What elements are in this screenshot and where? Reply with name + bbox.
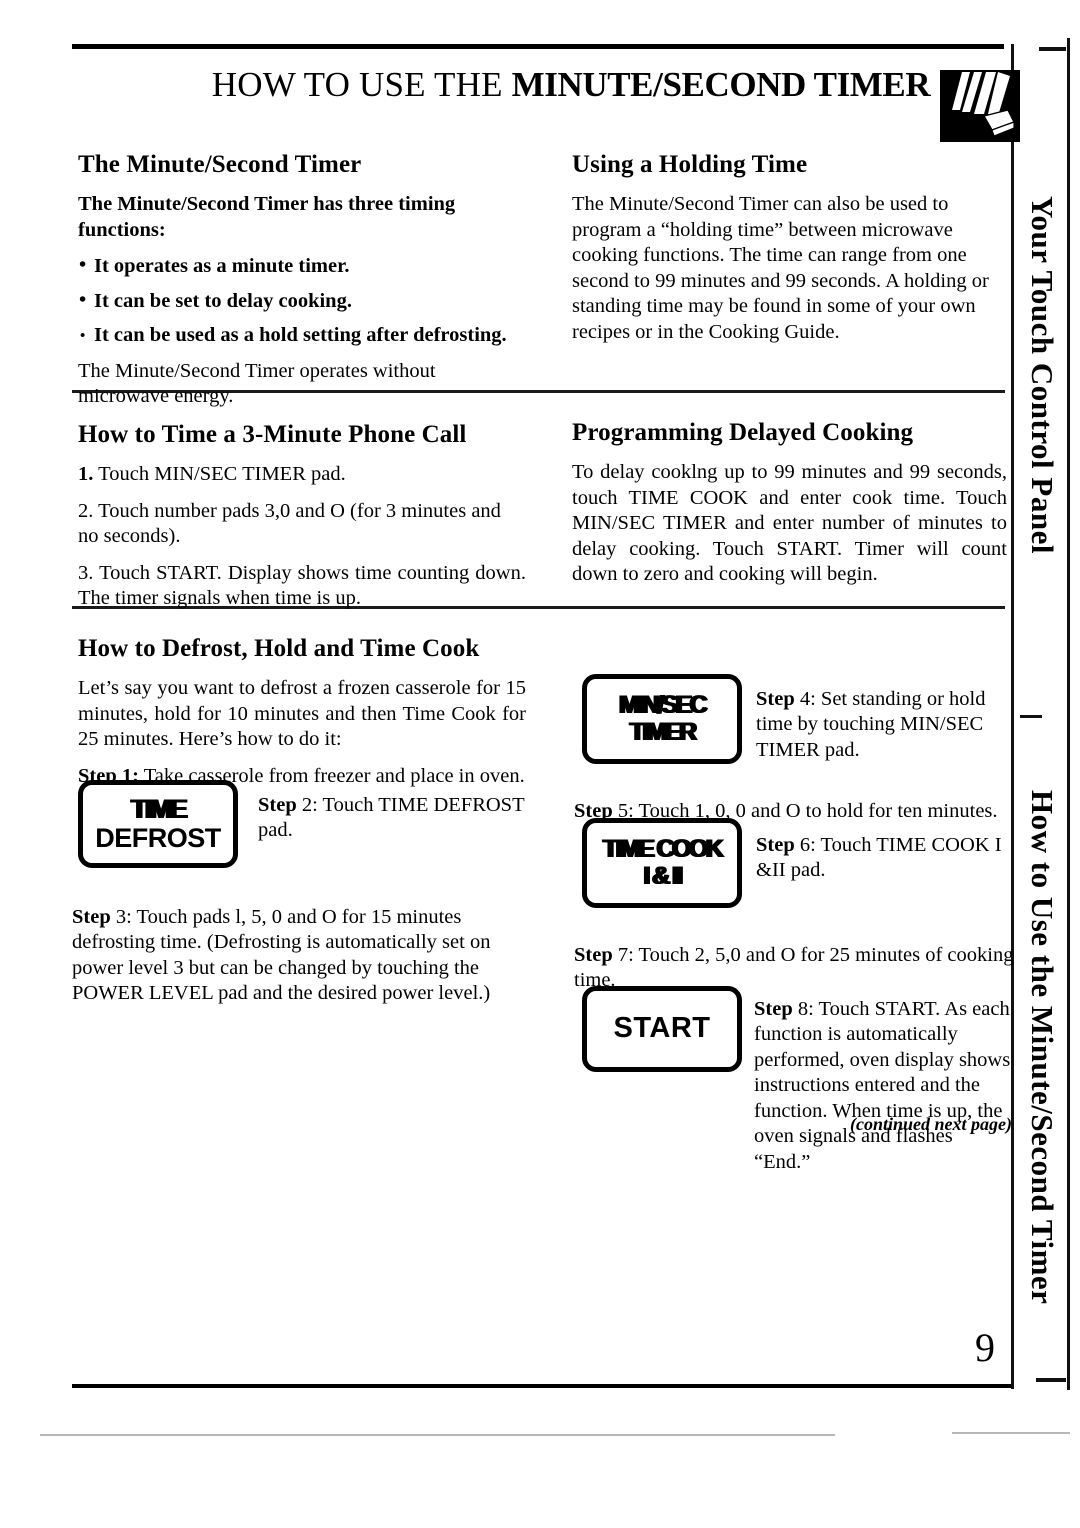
step-text: Touch number pads 3,0 and O (for 3 minut… (78, 499, 501, 548)
min-sec-timer-pad[interactable]: MIN/SEC TIMER (582, 674, 742, 764)
pad-label-line2: I & II (643, 862, 683, 890)
phone-step-1: 1. Touch MIN/SEC TIMER pad. (78, 462, 526, 488)
page-title-bold: MINUTE/SECOND TIMER (511, 65, 931, 104)
step-number: Step (754, 997, 793, 1020)
step-text: Touch MIN/SEC TIMER pad. (93, 463, 346, 485)
delayed-cooking-body: To delay cooklng up to 99 minutes and 99… (572, 461, 1007, 585)
hand-pressing-pad-icon (940, 70, 1020, 142)
step-text: Touch START. Display shows time counting… (78, 561, 526, 610)
pad-label-line1: START (613, 1012, 711, 1045)
phone-step-2: 2. Touch number pads 3,0 and O (for 3 mi… (78, 499, 526, 550)
step-number: 1. (78, 463, 94, 485)
pad-label-line1: TIME (130, 793, 188, 824)
section-using-holding-time: Using a Holding Time The Minute/Second T… (572, 150, 1007, 356)
section-heading: The Minute/Second Timer (78, 151, 362, 178)
pad-label-line2: DEFROST (95, 823, 221, 853)
manual-page: HOW TO USE THE MINUTE/SECOND TIMER The M… (0, 0, 1080, 1528)
pad-label-line1: MIN/SEC (619, 691, 708, 719)
section-phone-call: How to Time a 3-Minute Phone Call 1. Tou… (78, 420, 526, 623)
defrost-step-3: Step 3: Touch pads l, 5, 0 and O for 15 … (72, 905, 530, 1007)
holding-body-text: The Minute/Second Timer can also be used… (572, 193, 989, 343)
timer-closing-text: The Minute/Second Timer operates without… (78, 359, 436, 408)
pad-label-line1: TIME COOK (602, 835, 724, 863)
step-number: Step (258, 793, 297, 816)
bottom-right-tick (1036, 1378, 1066, 1382)
time-defrost-pad[interactable]: TIME DEFROST (78, 780, 238, 868)
step-text: 8: Touch START. As each function is auto… (754, 997, 1011, 1173)
list-item: It can be set to delay cooking. (78, 288, 526, 315)
step-number: 3. (78, 561, 94, 584)
step-number: Step (756, 833, 795, 856)
time-cook-pad[interactable]: TIME COOK I & II (582, 818, 742, 908)
pad-label-line2: TIMER (629, 718, 697, 746)
step-number: Step (72, 905, 111, 928)
timer-function-list: It operates as a minute timer. It can be… (78, 253, 526, 349)
page-number: 9 (975, 1325, 995, 1370)
section-heading: How to Time a 3-Minute Phone Call (78, 421, 467, 448)
section-minute-second-timer: The Minute/Second Timer The Minute/Secon… (78, 150, 526, 421)
step-text: 2: Touch TIME DEFROST pad. (258, 793, 525, 842)
step-text: 7: Touch 2, 5,0 and O for 25 minutes of … (574, 943, 1014, 992)
page-title: HOW TO USE THE MINUTE/SECOND TIMER (176, 64, 966, 106)
defrost-step-4: Step 4: Set standing or hold time by tou… (756, 687, 1012, 764)
page-header: HOW TO USE THE MINUTE/SECOND TIMER (72, 62, 1020, 142)
continued-note: (continued next page) (850, 1114, 1012, 1134)
section-heading: Using a Holding Time (572, 151, 808, 178)
step-number: 2. (78, 499, 94, 522)
phone-step-3: 3. Touch START. Display shows time count… (78, 561, 526, 612)
step-number: Step (756, 687, 795, 710)
page-edge-rule (1067, 38, 1070, 1390)
timer-intro-text: The Minute/Second Timer has three timing… (78, 193, 456, 241)
side-tab-how-to-use-minute-second-timer: How to Use the Minute/Second Timer (1025, 790, 1060, 1305)
top-right-tick (1039, 47, 1066, 51)
list-item: It can be used as a hold setting after d… (78, 323, 526, 349)
defrost-intro-text: Let’s say you want to defrost a frozen c… (78, 677, 526, 750)
step-number: Step (574, 943, 613, 966)
section-heading: Programming Delayed Cooking (572, 419, 914, 446)
start-pad[interactable]: START (582, 986, 742, 1072)
step-text: 3: Touch pads l, 5, 0 and O for 15 minut… (72, 905, 491, 1005)
middle-right-tick (1020, 715, 1042, 718)
scan-artifact-line (952, 1432, 1070, 1434)
defrost-step-8: Step 8: Touch START. As each function is… (754, 997, 1014, 1176)
section-heading: How to Defrost, Hold and Time Cook (78, 635, 480, 662)
bottom-rule (72, 1384, 1012, 1388)
defrost-step-6: Step 6: Touch TIME COOK I &II pad. (756, 833, 1012, 884)
scan-artifact-line (40, 1434, 835, 1436)
section-defrost-hold-time-cook: How to Defrost, Hold and Time Cook Let’s… (78, 634, 526, 800)
defrost-step-2: Step 2: Touch TIME DEFROST pad. (258, 793, 528, 844)
section-delayed-cooking: Programming Delayed Cooking To delay coo… (572, 418, 1007, 599)
page-title-light: HOW TO USE THE (211, 65, 512, 104)
top-rule (72, 44, 1004, 49)
side-tab-your-touch-control-panel: Your Touch Control Panel (1025, 196, 1060, 554)
list-item: It operates as a minute timer. (78, 253, 526, 280)
